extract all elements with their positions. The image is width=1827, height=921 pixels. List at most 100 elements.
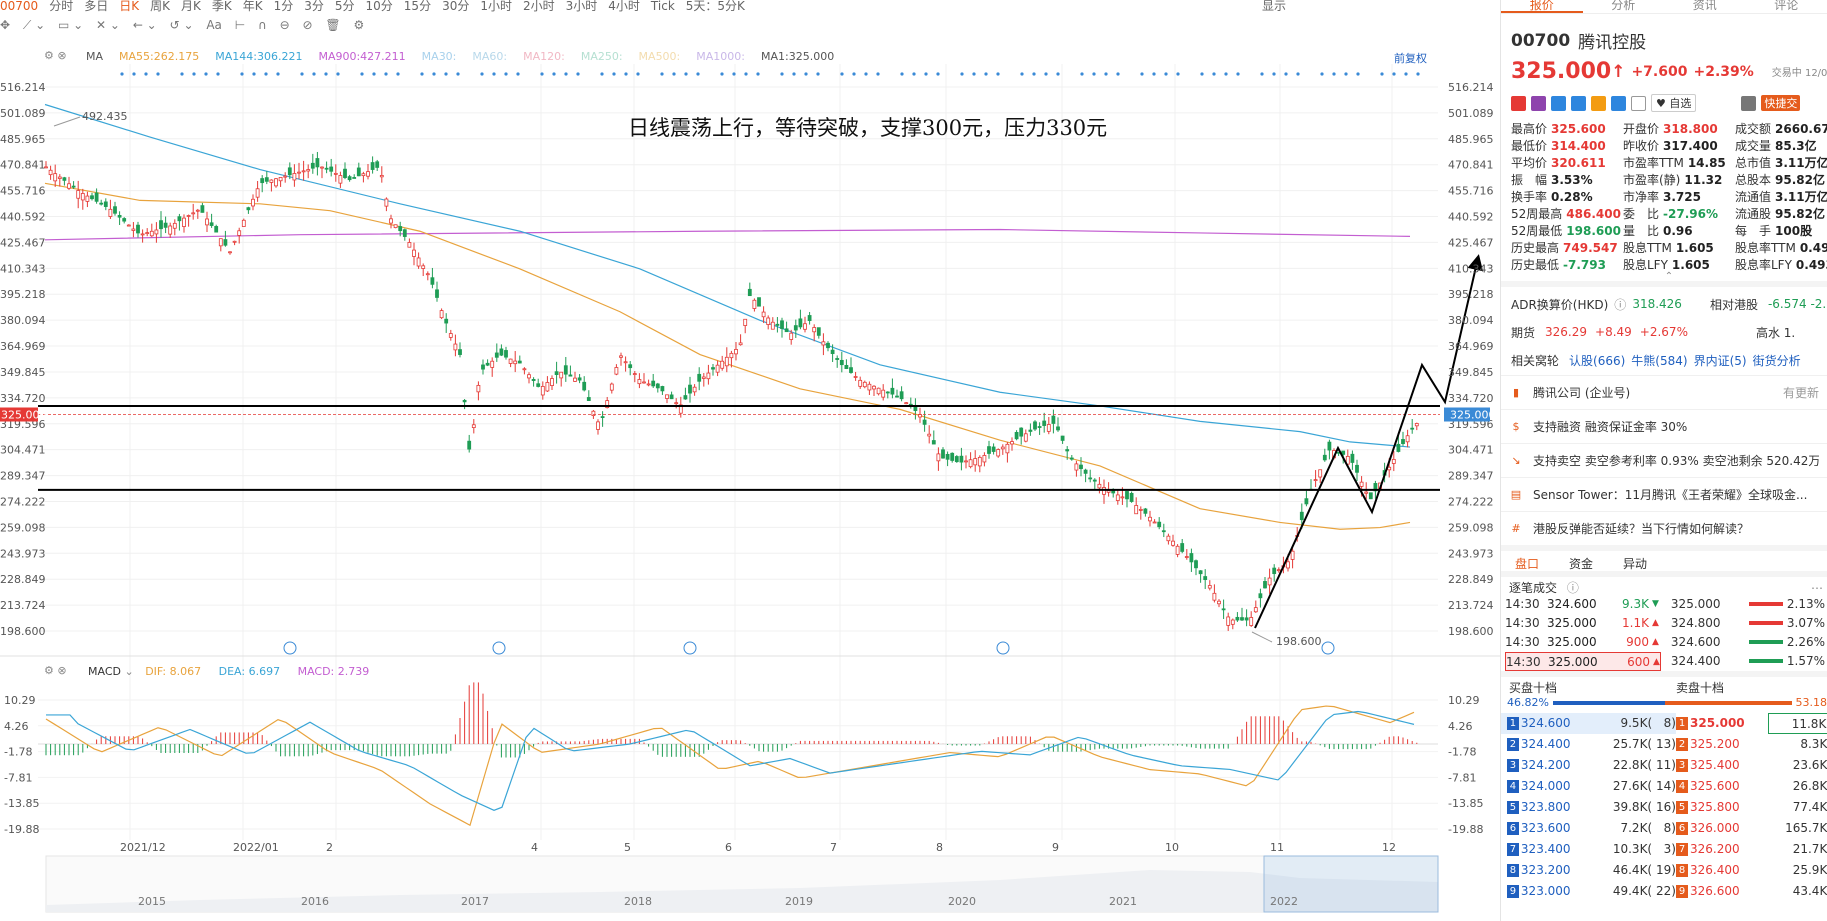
link-icon[interactable] [1591,95,1606,111]
tab-comments[interactable]: 评论 [1746,0,1827,13]
info-item[interactable]: ▤ Sensor Tower：11月腾讯《王者荣耀》全球吸金... [1501,477,1827,511]
orderbook-row[interactable]: 5323.80039.8K(16)5325.80077.4K( [1501,797,1827,818]
quote-field: 开盘价 318.800 [1623,122,1735,137]
orderbook-row[interactable]: 4324.00027.6K(14)4325.60026.8K( [1501,776,1827,797]
event-dot [732,72,736,76]
fib-tool-icon[interactable]: ✕ ⌄ [96,18,120,32]
ma-legend-item[interactable]: MA1000: [696,50,745,63]
period-tab[interactable]: 4小时 [608,0,640,12]
line-tool-icon[interactable]: ⟋ ⌄ [23,18,45,33]
ma-legend-item[interactable]: MA1:325.000 [761,50,834,63]
period-tab[interactable]: 2小时 [523,0,555,12]
candle-body [559,371,564,379]
period-tab[interactable]: Tick [651,0,675,12]
period-tab[interactable]: 00700 [0,0,38,12]
candle-body [1074,463,1079,471]
magnet-icon[interactable]: ∩ [258,18,267,32]
info-item[interactable]: ▮ 腾讯公司 (企业号) 有更新 [1501,375,1827,409]
ma-legend-item[interactable]: MA250: [581,50,623,63]
orderbook-row[interactable]: 3324.20022.8K(11)3325.40023.6K( [1501,755,1827,776]
tab-news[interactable]: 资讯 [1664,0,1746,13]
quick-trade-button[interactable]: 快捷交 [1761,95,1801,111]
ma-legend-item[interactable]: MA500: [639,50,681,63]
related-cbbc[interactable]: 牛熊(584) [1631,352,1687,369]
display-menu[interactable]: 显示 [1262,0,1286,12]
period-tab[interactable]: 3分 [304,0,324,12]
tag-icon[interactable] [1611,95,1626,111]
ma-settings-icon[interactable]: ⚙ ⊗ [44,49,67,62]
ma-legend-item[interactable]: MA30: [422,50,457,63]
info-item[interactable]: $ 支持融资 融资保证金率 30% [1501,409,1827,443]
period-tab[interactable]: 30分 [442,0,469,12]
delete-icon[interactable]: 🗑 [325,18,340,32]
subtab-funds[interactable]: 资金 [1569,551,1593,571]
period-tab[interactable]: 10分 [366,0,393,12]
bell-icon[interactable] [1741,95,1757,111]
ruler-icon[interactable]: ⊢ [235,18,245,32]
orderbook-row[interactable]: 9323.00049.4K(22)9326.60043.4K( [1501,881,1827,902]
subtab-orderbook[interactable]: 盘口 [1515,551,1539,571]
period-tab[interactable]: 1分 [274,0,294,12]
macd-settings-icon[interactable]: ⚙ ⊗ [44,664,67,677]
info-icon[interactable]: ⓘ [1614,296,1626,313]
brush-tool-icon[interactable]: ↺ ⌄ [170,18,194,32]
hide-icon[interactable]: ⊘ [303,18,313,32]
note-icon[interactable] [1631,95,1646,111]
period-tab[interactable]: 多日 [84,0,108,12]
period-tab[interactable]: 5天：5分K [686,0,745,12]
quote-field-value: 0.493% [1795,258,1827,272]
period-tab[interactable]: 3小时 [566,0,598,12]
hk-flag-icon[interactable] [1511,95,1526,111]
settings-icon[interactable]: ⚙ [353,18,364,32]
ma-legend-item[interactable]: MA55:262.175 [119,50,199,63]
text-tool-icon[interactable]: Aa [206,18,222,32]
period-tab[interactable]: 5分 [335,0,355,12]
shape-tool-icon[interactable]: ▭ ⌄ [58,18,83,32]
candle-body [1028,429,1033,432]
subtab-movement[interactable]: 异动 [1623,551,1647,571]
kline-chart[interactable]: 516.214 516.214 501.089 501.089 485.965 485.9… [0,44,1500,921]
ma-legend-item[interactable]: MA900:427.211 [318,50,405,63]
related-call[interactable]: 认股(666) [1569,352,1625,369]
tab-analysis[interactable]: 分析 [1583,0,1665,13]
arrow-tool-icon[interactable]: ← ⌄ [133,18,157,32]
depth-mini-price: 324.400 [1670,654,1721,668]
event-dot [1092,72,1096,76]
period-tab[interactable]: 年K [243,0,263,12]
period-tab[interactable]: 季K [212,0,232,12]
cross-icon[interactable] [1551,95,1566,111]
related-analysis[interactable]: 街货分析 [1753,352,1801,369]
lightning-icon[interactable] [1531,95,1546,111]
fuquan-button[interactable]: 前复权 [1394,50,1427,66]
collapse-icon[interactable]: ⌃ [1511,272,1827,282]
ma-legend-item[interactable]: MA [86,50,103,63]
candle-body [775,323,780,326]
related-inline[interactable]: 界内证(5) [1694,352,1747,369]
candle-body [1410,427,1415,430]
info-item[interactable]: # 港股反弹能否延续？当下行情如何解读？ [1501,511,1827,545]
tab-quote[interactable]: 报价 [1501,0,1583,13]
info-item[interactable]: ↘ 支持卖空 卖空参考利率 0.93% 卖空池剩余 520.42万股 [1501,443,1827,477]
period-tab[interactable]: 日K [119,0,139,12]
ma-legend-item[interactable]: MA60: [472,50,507,63]
ma-legend-item[interactable]: MA120: [523,50,565,63]
ticks-info-icon[interactable]: ⓘ [1567,581,1579,595]
dollar-icon[interactable] [1571,95,1586,111]
candle-body [108,208,113,217]
lock-icon[interactable]: ⊖ [280,18,290,32]
orderbook-row[interactable]: 1324.6009.5K(8)1325.00011.8K( [1501,713,1827,734]
orderbook-row[interactable]: 8323.20046.4K(19)8326.40025.9K( [1501,860,1827,881]
watchlist-button[interactable]: ♥ 自选 [1651,94,1697,112]
orderbook-row[interactable]: 2324.40025.7K(13)2325.2008.3K( [1501,734,1827,755]
event-dot [480,72,484,76]
orderbook-row[interactable]: 6323.6007.2K(8)6326.000165.7K( [1501,818,1827,839]
cursor-icon[interactable]: ✥ [0,18,10,32]
period-tab[interactable]: 周K [150,0,170,12]
period-tab[interactable]: 15分 [404,0,431,12]
ma-legend-item[interactable]: MA144:306.221 [215,50,302,63]
period-tab[interactable]: 月K [181,0,201,12]
orderbook-row[interactable]: 7323.40010.3K(3)7326.20021.7K( [1501,839,1827,860]
quote-field-label: 最高价 [1511,122,1548,136]
period-tab[interactable]: 1小时 [480,0,512,12]
period-tab[interactable]: 分时 [49,0,73,12]
